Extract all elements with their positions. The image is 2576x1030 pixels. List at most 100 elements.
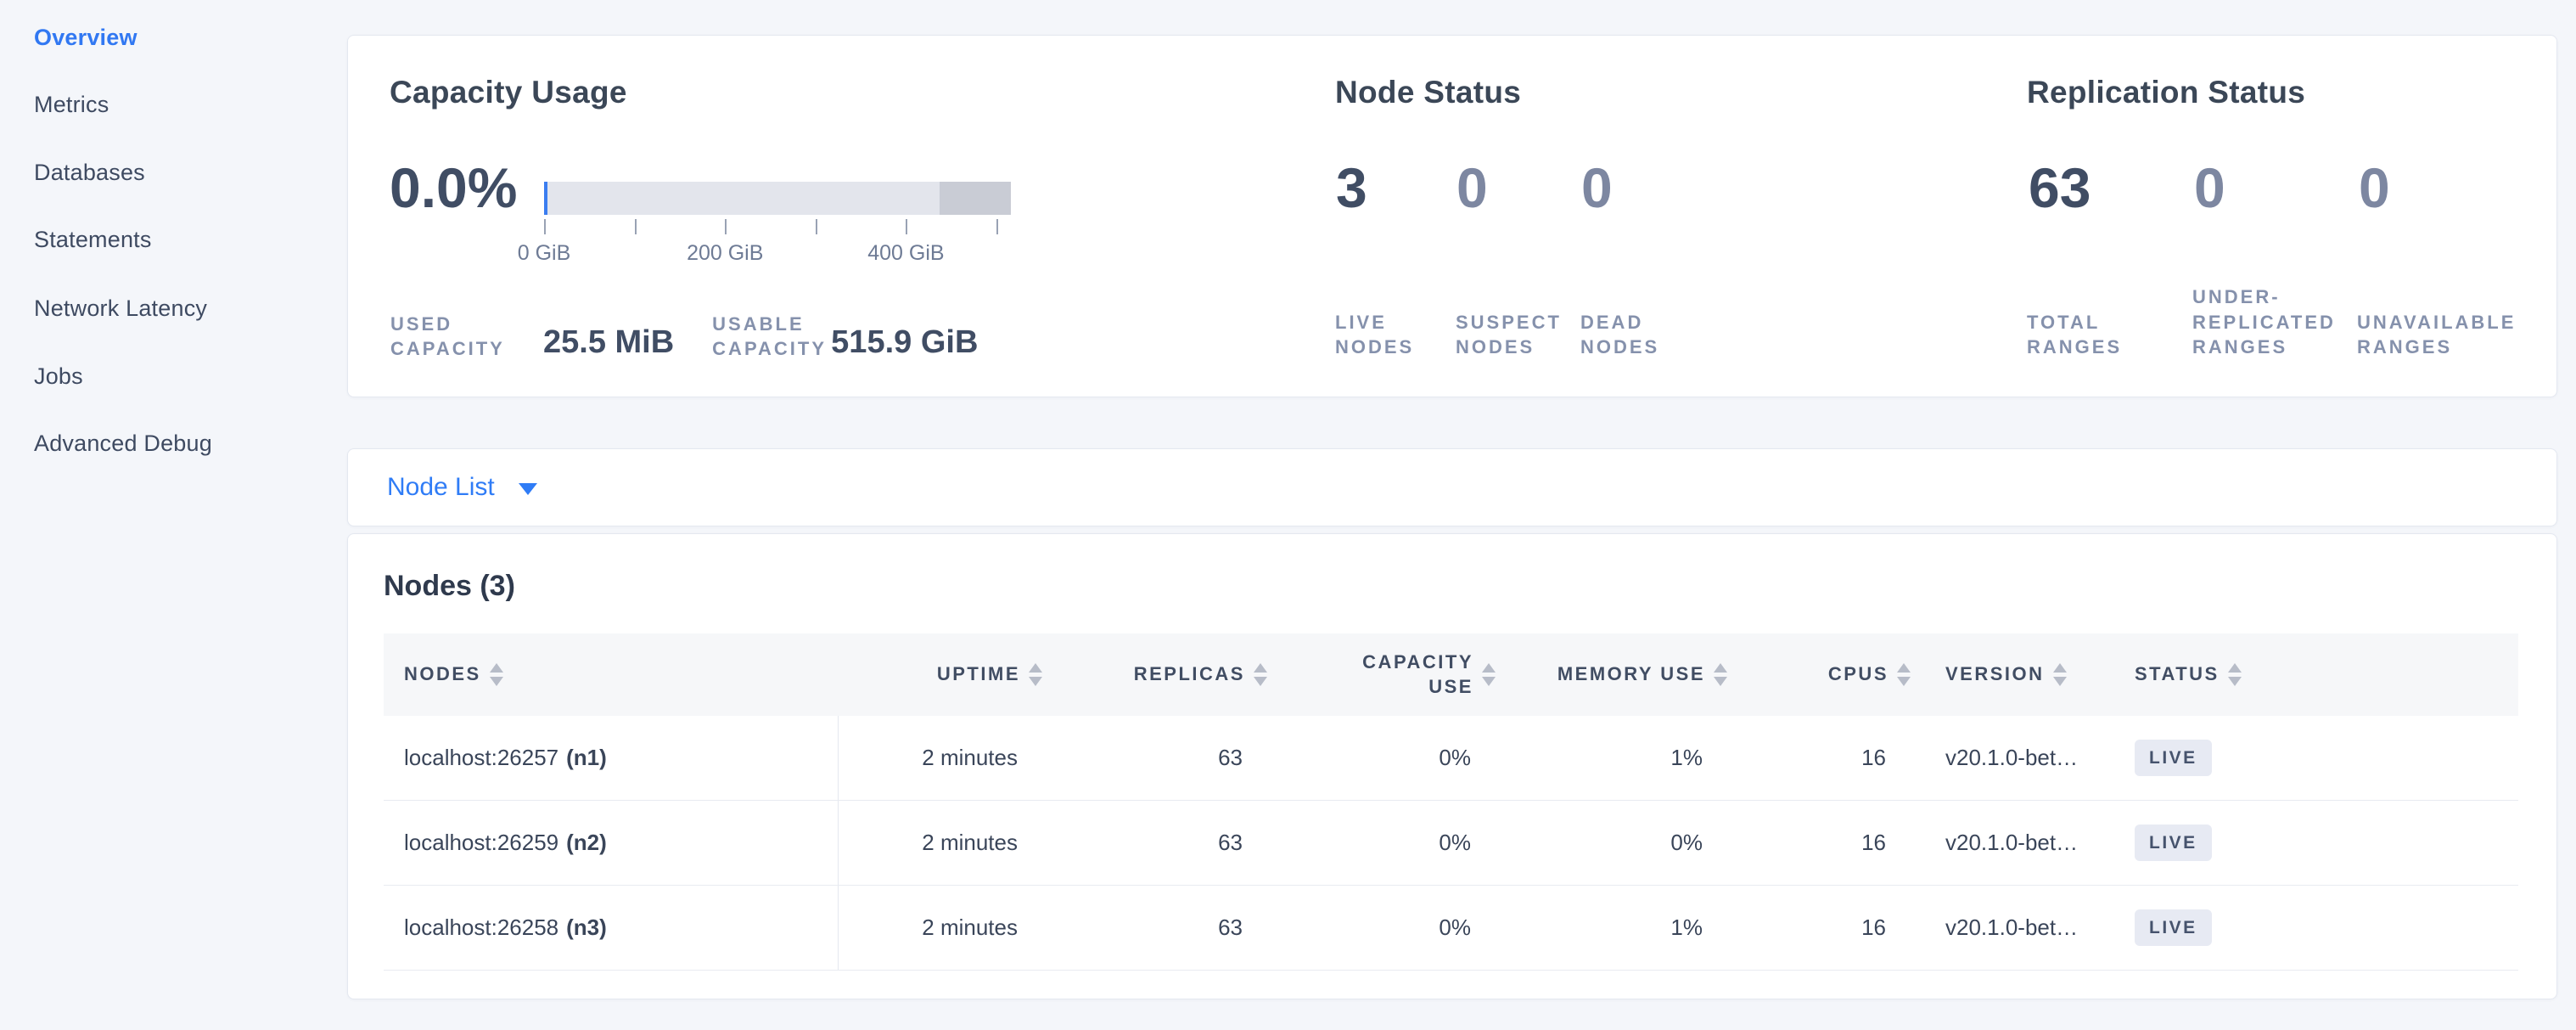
column-header-nodes[interactable]: NODES <box>384 633 839 716</box>
column-label: MEMORY USE <box>1557 662 1705 687</box>
axis-tick-label: 400 GiB <box>867 241 944 266</box>
total-ranges-label: TOTAL RANGES <box>2027 310 2192 360</box>
node-status-labels: LIVE NODES SUSPECT NODES DEAD NODES <box>1335 310 1699 360</box>
version-cell: v20.1.0-bet… <box>1945 716 2128 800</box>
capacity-use-cell: 0% <box>1267 716 1496 800</box>
cpus-cell: 16 <box>1727 801 1945 885</box>
node-status-title: Node Status <box>1335 73 1521 112</box>
suspect-nodes-count: 0 <box>1456 155 1581 222</box>
sidebar-item-databases[interactable]: Databases <box>34 160 145 186</box>
column-header-cpus[interactable]: CPUS <box>1727 633 1945 716</box>
uptime-cell: 2 minutes <box>839 716 1042 800</box>
cpus-cell: 16 <box>1727 716 1945 800</box>
sort-arrows-icon[interactable] <box>1482 663 1496 686</box>
sidebar-item-advanced-debug[interactable]: Advanced Debug <box>34 431 212 457</box>
sort-arrows-icon[interactable] <box>1029 663 1042 686</box>
replication-labels: TOTAL RANGES UNDER- REPLICATED RANGES UN… <box>2027 284 2552 359</box>
axis-tick <box>906 219 907 234</box>
capacity-usage-title: Capacity Usage <box>390 73 627 112</box>
node-list-dropdown[interactable]: Node List <box>348 449 2556 526</box>
status-cell: LIVE <box>2128 801 2518 885</box>
column-label: VERSION <box>1945 662 2045 687</box>
capacity-used-percent: 0.0% <box>390 155 517 222</box>
under-replicated-ranges-count: 0 <box>2194 155 2359 222</box>
replicas-cell: 63 <box>1042 886 1267 970</box>
axis-tick <box>635 219 637 234</box>
capacity-gauge-axis: 0 GiB 200 GiB 400 GiB <box>544 219 1011 295</box>
column-header-uptime[interactable]: UPTIME <box>839 633 1042 716</box>
sort-arrows-icon[interactable] <box>490 663 503 686</box>
node-id: (n2) <box>566 830 607 856</box>
sidebar-item-overview[interactable]: Overview <box>34 25 137 51</box>
node-address-cell[interactable]: localhost:26257 (n1) <box>384 716 839 800</box>
node-status-numbers: 3 0 0 <box>1336 155 1700 222</box>
column-header-version[interactable]: VERSION <box>1945 633 2128 716</box>
status-badge: LIVE <box>2135 740 2212 776</box>
uptime-cell: 2 minutes <box>839 886 1042 970</box>
node-host: localhost:26257 <box>404 745 558 771</box>
node-host: localhost:26258 <box>404 915 558 941</box>
capacity-gauge-bar <box>544 182 1011 215</box>
sort-arrows-icon[interactable] <box>2228 663 2242 686</box>
unavailable-ranges-count: 0 <box>2359 155 2554 222</box>
version-cell: v20.1.0-bet… <box>1945 886 2128 970</box>
dead-nodes-count: 0 <box>1581 155 1700 222</box>
status-cell: LIVE <box>2128 716 2518 800</box>
capacity-use-cell: 0% <box>1267 886 1496 970</box>
cluster-summary-card: Capacity Usage 0.0% 0 GiB 200 GiB 400 Gi… <box>347 35 2557 397</box>
column-header-status[interactable]: STATUS <box>2128 633 2518 716</box>
under-replicated-ranges-label: UNDER- REPLICATED RANGES <box>2192 284 2357 359</box>
nodes-table: NODES UPTIME REPLICAS CAPACITY USE MEMOR… <box>384 633 2518 971</box>
status-badge: LIVE <box>2135 825 2212 861</box>
sort-arrows-icon[interactable] <box>1254 663 1267 686</box>
chevron-down-icon <box>519 483 537 495</box>
table-row[interactable]: localhost:26259 (n2) 2 minutes 63 0% 0% … <box>384 801 2518 886</box>
status-cell: LIVE <box>2128 886 2518 970</box>
column-header-memory-use[interactable]: MEMORY USE <box>1496 633 1727 716</box>
replicas-cell: 63 <box>1042 801 1267 885</box>
node-list-dropdown-label: Node List <box>387 473 495 502</box>
memory-use-cell: 1% <box>1496 716 1727 800</box>
nodes-table-card: Nodes (3) NODES UPTIME REPLICAS CAPACITY… <box>347 533 2557 999</box>
suspect-nodes-label: SUSPECT NODES <box>1456 310 1580 360</box>
column-label: NODES <box>404 662 481 687</box>
column-label: REPLICAS <box>1134 662 1245 687</box>
sidebar-item-metrics[interactable]: Metrics <box>34 92 109 118</box>
unavailable-ranges-label: UNAVAILABLE RANGES <box>2357 310 2552 360</box>
sidebar-item-network-latency[interactable]: Network Latency <box>34 295 207 322</box>
axis-tick <box>725 219 727 234</box>
sidebar-item-jobs[interactable]: Jobs <box>34 363 83 390</box>
node-address-cell[interactable]: localhost:26259 (n2) <box>384 801 839 885</box>
uptime-cell: 2 minutes <box>839 801 1042 885</box>
axis-tick-label: 200 GiB <box>687 241 763 266</box>
sort-arrows-icon[interactable] <box>1897 663 1911 686</box>
capacity-stats-row: USED CAPACITY 25.5 MiB USABLE CAPACITY 5… <box>390 312 1002 362</box>
replicas-cell: 63 <box>1042 716 1267 800</box>
usable-capacity-label: USABLE CAPACITY <box>712 312 831 362</box>
nodes-section-title: Nodes (3) <box>384 570 515 603</box>
column-header-replicas[interactable]: REPLICAS <box>1042 633 1267 716</box>
node-host: localhost:26259 <box>404 830 558 856</box>
axis-tick <box>816 219 817 234</box>
sort-arrows-icon[interactable] <box>2053 663 2067 686</box>
sidebar-item-statements[interactable]: Statements <box>34 227 152 253</box>
cpus-cell: 16 <box>1727 886 1945 970</box>
column-label: STATUS <box>2135 662 2220 687</box>
sidebar: Overview Metrics Databases Statements Ne… <box>0 0 340 1030</box>
table-row[interactable]: localhost:26257 (n1) 2 minutes 63 0% 1% … <box>384 716 2518 801</box>
column-label: CPUS <box>1828 662 1889 687</box>
view-selector-card: Node List <box>347 448 2557 526</box>
column-label: UPTIME <box>937 662 1020 687</box>
column-label: CAPACITY USE <box>1362 650 1473 699</box>
column-header-capacity-use[interactable]: CAPACITY USE <box>1267 633 1496 716</box>
sort-arrows-icon[interactable] <box>1714 663 1727 686</box>
table-row[interactable]: localhost:26258 (n3) 2 minutes 63 0% 1% … <box>384 886 2518 971</box>
node-id: (n3) <box>566 915 607 941</box>
node-address-cell[interactable]: localhost:26258 (n3) <box>384 886 839 970</box>
total-ranges-count: 63 <box>2029 155 2194 222</box>
version-cell: v20.1.0-bet… <box>1945 801 2128 885</box>
live-nodes-count: 3 <box>1336 155 1456 222</box>
live-nodes-label: LIVE NODES <box>1335 310 1456 360</box>
usable-capacity-value: 515.9 GiB <box>831 325 978 361</box>
capacity-gauge-used-segment <box>544 182 547 215</box>
